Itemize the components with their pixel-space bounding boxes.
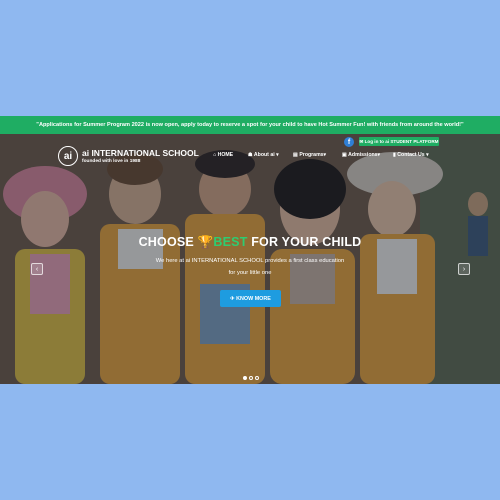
hero-subtitle-line1: We here at ai INTERNATIONAL SCHOOL provi…: [155, 258, 345, 264]
headline-post: FOR YOUR CHILD: [247, 235, 362, 249]
carousel-dot-2[interactable]: [249, 376, 253, 380]
nav-contact[interactable]: ▮ Contact Us ▾: [393, 152, 429, 158]
nav-admissions[interactable]: ▣ Admissions▾: [342, 152, 380, 158]
know-more-button[interactable]: ✈ KNOW MORE: [220, 290, 281, 307]
hero-headline: CHOOSE 🏆BEST FOR YOUR CHILD: [0, 235, 500, 250]
nav-about[interactable]: ☗ About ai ▾: [248, 152, 279, 158]
nav-home[interactable]: ⌂ HOME: [213, 152, 233, 158]
student-platform-button[interactable]: ✉ Log in to ai STUDENT PLATFORM: [359, 137, 439, 146]
hero-subtitle-line2: for your little one: [228, 270, 272, 276]
nav-programs[interactable]: ▤ Programs▾: [293, 152, 326, 158]
main-nav: ⌂ HOME ☗ About ai ▾ ▤ Programs▾ ▣ Admiss…: [0, 152, 500, 162]
headline-accent: BEST: [213, 235, 248, 249]
trophy-icon: 🏆: [197, 235, 214, 249]
next-slide-arrow-icon[interactable]: ›: [458, 263, 470, 275]
carousel-dot-3[interactable]: [255, 376, 259, 380]
announcement-bar: "Applications for Summer Program 2022 is…: [0, 116, 500, 134]
carousel-dot-1[interactable]: [243, 376, 247, 380]
carousel-dots: [243, 376, 259, 380]
prev-slide-arrow-icon[interactable]: ‹: [31, 263, 43, 275]
headline-pre: CHOOSE: [138, 235, 198, 249]
facebook-icon[interactable]: f: [344, 137, 354, 147]
